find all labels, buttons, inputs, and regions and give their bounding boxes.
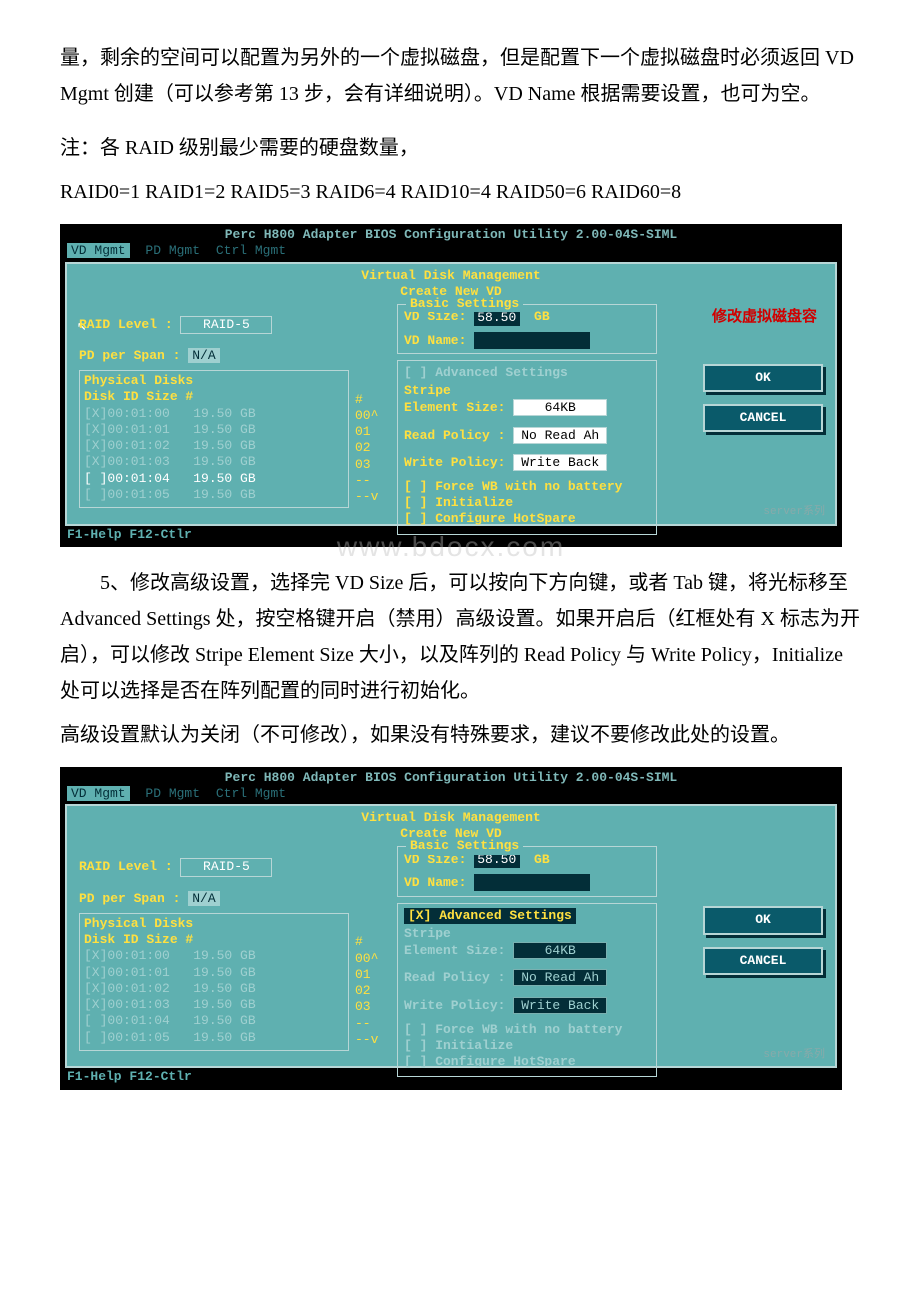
disk-row[interactable]: [X]00:01:02 19.50 GB bbox=[84, 981, 344, 997]
vd-name-input[interactable] bbox=[474, 332, 590, 349]
configure-hotspare-checkbox[interactable]: [ ] Configure HotSpare bbox=[404, 1054, 650, 1070]
disk-row[interactable]: [ ]00:01:04 19.50 GB bbox=[84, 1013, 344, 1029]
paragraph-4: 高级设置默认为关闭（不可修改），如果没有特殊要求，建议不要修改此处的设置。 bbox=[60, 717, 860, 753]
disk-row[interactable]: [ ]00:01:05 19.50 GB bbox=[84, 487, 344, 503]
initialize-checkbox[interactable]: [ ] Initialize bbox=[404, 1038, 650, 1054]
advanced-settings-toggle[interactable]: [X] Advanced Settings bbox=[404, 908, 576, 924]
advanced-settings-box: [ ] Advanced Settings Stripe Element Siz… bbox=[397, 360, 657, 535]
write-policy-label: Write Policy: bbox=[404, 455, 505, 470]
vd-size-unit: GB bbox=[534, 852, 550, 867]
force-wb-checkbox[interactable]: [ ] Force WB with no battery bbox=[404, 1022, 650, 1038]
vd-name-label: VD Name: bbox=[404, 875, 466, 891]
vd-name-label: VD Name: bbox=[404, 333, 466, 349]
read-policy-label: Read Policy : bbox=[404, 428, 505, 443]
menu-pd-mgmt[interactable]: PD Mgmt bbox=[145, 243, 200, 258]
bios-menu: VD Mgmt PD Mgmt Ctrl Mgmt bbox=[61, 243, 841, 261]
heading-vdm: Virtual Disk Management bbox=[73, 810, 829, 826]
bios-title: Perc H800 Adapter BIOS Configuration Uti… bbox=[61, 225, 841, 243]
bios-menu: VD Mgmt PD Mgmt Ctrl Mgmt bbox=[61, 786, 841, 804]
cancel-button[interactable]: CANCEL bbox=[703, 404, 823, 432]
disk-row[interactable]: [X]00:01:03 19.50 GB bbox=[84, 454, 344, 470]
watermark-corner: server系列 bbox=[763, 1049, 825, 1063]
stripe-label: Stripe bbox=[404, 383, 451, 398]
basic-settings-box: Basic Settings VD Size: 58.50 GB VD Name… bbox=[397, 304, 657, 354]
disk-row[interactable]: [X]00:01:03 19.50 GB bbox=[84, 997, 344, 1013]
physical-disks-box: Physical Disks Disk ID Size # [X]00:01:0… bbox=[79, 370, 349, 508]
vd-size-label: VD Size: bbox=[404, 309, 466, 325]
disk-row[interactable]: [X]00:01:02 19.50 GB bbox=[84, 438, 344, 454]
element-size-select[interactable]: 64KB bbox=[513, 942, 607, 959]
stripe-label: Stripe bbox=[404, 926, 451, 941]
vd-size-label: VD Size: bbox=[404, 852, 466, 868]
basic-settings-title: Basic Settings bbox=[406, 296, 523, 312]
physical-disks-headers: Disk ID Size # bbox=[84, 932, 344, 948]
raid-level-label: RAID Level : bbox=[79, 317, 173, 332]
disk-row[interactable]: [X]00:01:00 19.50 GB bbox=[84, 406, 344, 422]
disk-row[interactable]: [X]00:01:01 19.50 GB bbox=[84, 422, 344, 438]
pd-per-span-label: PD per Span : bbox=[79, 891, 180, 906]
menu-vd-mgmt[interactable]: VD Mgmt bbox=[67, 243, 130, 258]
pd-per-span-value: N/A bbox=[188, 891, 219, 906]
advanced-settings-toggle[interactable]: [ ] Advanced Settings bbox=[404, 365, 650, 381]
configure-hotspare-checkbox[interactable]: [ ] Configure HotSpare bbox=[404, 511, 650, 527]
basic-settings-title: Basic Settings bbox=[406, 838, 523, 854]
read-policy-select[interactable]: No Read Ah bbox=[513, 969, 607, 986]
disk-row[interactable]: [X]00:01:00 19.50 GB bbox=[84, 948, 344, 964]
advanced-settings-box: [X] Advanced Settings Stripe Element Siz… bbox=[397, 903, 657, 1078]
bios-screenshot-1: Perc H800 Adapter BIOS Configuration Uti… bbox=[60, 224, 842, 547]
write-policy-select[interactable]: Write Back bbox=[513, 454, 607, 471]
element-size-select[interactable]: 64KB bbox=[513, 399, 607, 416]
disk-row[interactable]: [ ]00:01:05 19.50 GB bbox=[84, 1030, 344, 1046]
read-policy-label: Read Policy : bbox=[404, 970, 505, 985]
paragraph-3: 5、修改高级设置，选择完 VD Size 后，可以按向下方向键，或者 Tab 键… bbox=[60, 565, 860, 709]
index-column: # 00^ 01 02 03 -- --v bbox=[355, 392, 378, 506]
raid-level-select[interactable]: RAID-5 bbox=[180, 316, 272, 334]
menu-ctrl-mgmt[interactable]: Ctrl Mgmt bbox=[216, 786, 286, 801]
index-column: # 00^ 01 02 03 -- --v bbox=[355, 934, 378, 1048]
disk-row[interactable]: [X]00:01:01 19.50 GB bbox=[84, 965, 344, 981]
raid-level-label: RAID Level : bbox=[79, 859, 173, 874]
menu-vd-mgmt[interactable]: VD Mgmt bbox=[67, 786, 130, 801]
menu-pd-mgmt[interactable]: PD Mgmt bbox=[145, 786, 200, 801]
raid-level-select[interactable]: RAID-5 bbox=[180, 858, 272, 876]
annotation-text: 修改虚拟磁盘容 bbox=[712, 308, 817, 327]
note-line-2: RAID0=1 RAID1=2 RAID5=3 RAID6=4 RAID10=4… bbox=[60, 174, 860, 210]
pd-per-span-label: PD per Span : bbox=[79, 348, 180, 363]
disk-row[interactable]: [ ]00:01:04 19.50 GB bbox=[84, 471, 344, 487]
ok-button[interactable]: OK bbox=[703, 906, 823, 934]
write-policy-select[interactable]: Write Back bbox=[513, 997, 607, 1014]
pd-per-span-value: N/A bbox=[188, 348, 219, 363]
initialize-checkbox[interactable]: [ ] Initialize bbox=[404, 495, 650, 511]
menu-ctrl-mgmt[interactable]: Ctrl Mgmt bbox=[216, 243, 286, 258]
element-size-label: Element Size: bbox=[404, 943, 505, 958]
force-wb-checkbox[interactable]: [ ] Force WB with no battery bbox=[404, 479, 650, 495]
heading-vdm: Virtual Disk Management bbox=[73, 268, 829, 284]
ok-button[interactable]: OK bbox=[703, 364, 823, 392]
cancel-button[interactable]: CANCEL bbox=[703, 947, 823, 975]
physical-disks-title: Physical Disks bbox=[84, 916, 344, 932]
vd-size-unit: GB bbox=[534, 309, 550, 324]
physical-disks-title: Physical Disks bbox=[84, 373, 344, 389]
element-size-label: Element Size: bbox=[404, 400, 505, 415]
bios-screenshot-2: Perc H800 Adapter BIOS Configuration Uti… bbox=[60, 767, 842, 1090]
basic-settings-box: Basic Settings VD Size: 58.50 GB VD Name… bbox=[397, 846, 657, 896]
bios-title: Perc H800 Adapter BIOS Configuration Uti… bbox=[61, 768, 841, 786]
read-policy-select[interactable]: No Read Ah bbox=[513, 427, 607, 444]
physical-disks-headers: Disk ID Size # bbox=[84, 389, 344, 405]
write-policy-label: Write Policy: bbox=[404, 997, 505, 1012]
vd-name-input[interactable] bbox=[474, 874, 590, 891]
watermark-corner: server系列 bbox=[763, 506, 825, 520]
physical-disks-box: Physical Disks Disk ID Size # [X]00:01:0… bbox=[79, 913, 349, 1051]
paragraph-1: 量，剩余的空间可以配置为另外的一个虚拟磁盘，但是配置下一个虚拟磁盘时必须返回 V… bbox=[60, 40, 860, 112]
note-line-1: 注：各 RAID 级别最少需要的硬盘数量， bbox=[60, 130, 860, 166]
